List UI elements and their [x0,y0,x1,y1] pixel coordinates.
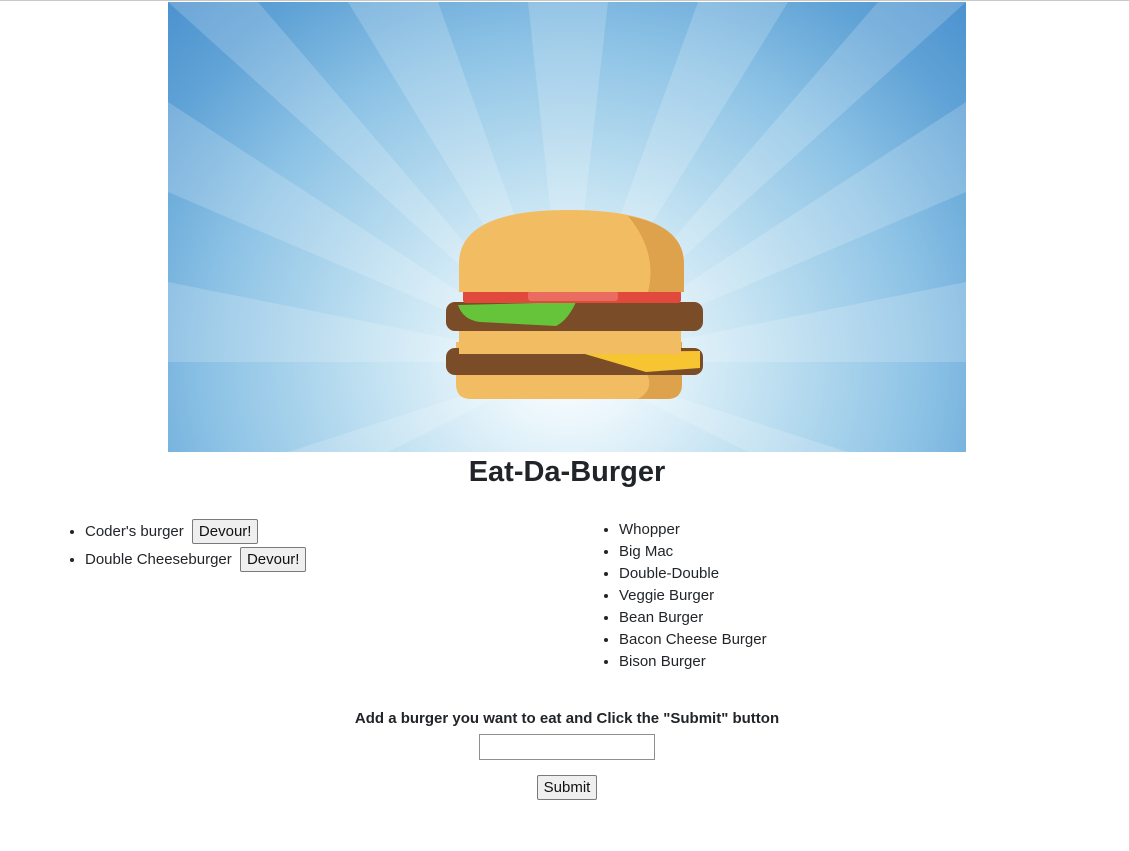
list-item: Bean Burger [619,607,767,629]
burger-name: Double Cheeseburger [85,551,232,568]
submit-button[interactable]: Submit [536,775,598,800]
list-item: Big Mac [619,541,767,563]
list-item: Veggie Burger [619,585,767,607]
hero-banner [168,2,966,452]
devour-button[interactable]: Devour! [239,547,307,572]
burger-illustration-icon [168,2,966,452]
list-item: Double Cheeseburger Devour! [85,546,307,574]
devour-button[interactable]: Devour! [191,519,259,544]
page-title: Eat-Da-Burger [468,456,666,488]
uneaten-burger-list: Coder's burger Devour! Double Cheeseburg… [63,518,307,574]
devoured-burger-list: Whopper Big Mac Double-Double Veggie Bur… [597,519,767,673]
form-label: Add a burger you want to eat and Click t… [354,710,780,727]
top-border [0,0,1129,1]
list-item: Bacon Cheese Burger [619,629,767,651]
list-item: Coder's burger Devour! [85,518,306,546]
list-item: Whopper [619,519,767,541]
list-item: Bison Burger [619,651,767,673]
burger-name-input[interactable] [479,734,655,760]
burger-name: Coder's burger [85,523,184,540]
add-burger-form: Add a burger you want to eat and Click t… [0,708,1129,800]
list-item: Double-Double [619,563,767,585]
